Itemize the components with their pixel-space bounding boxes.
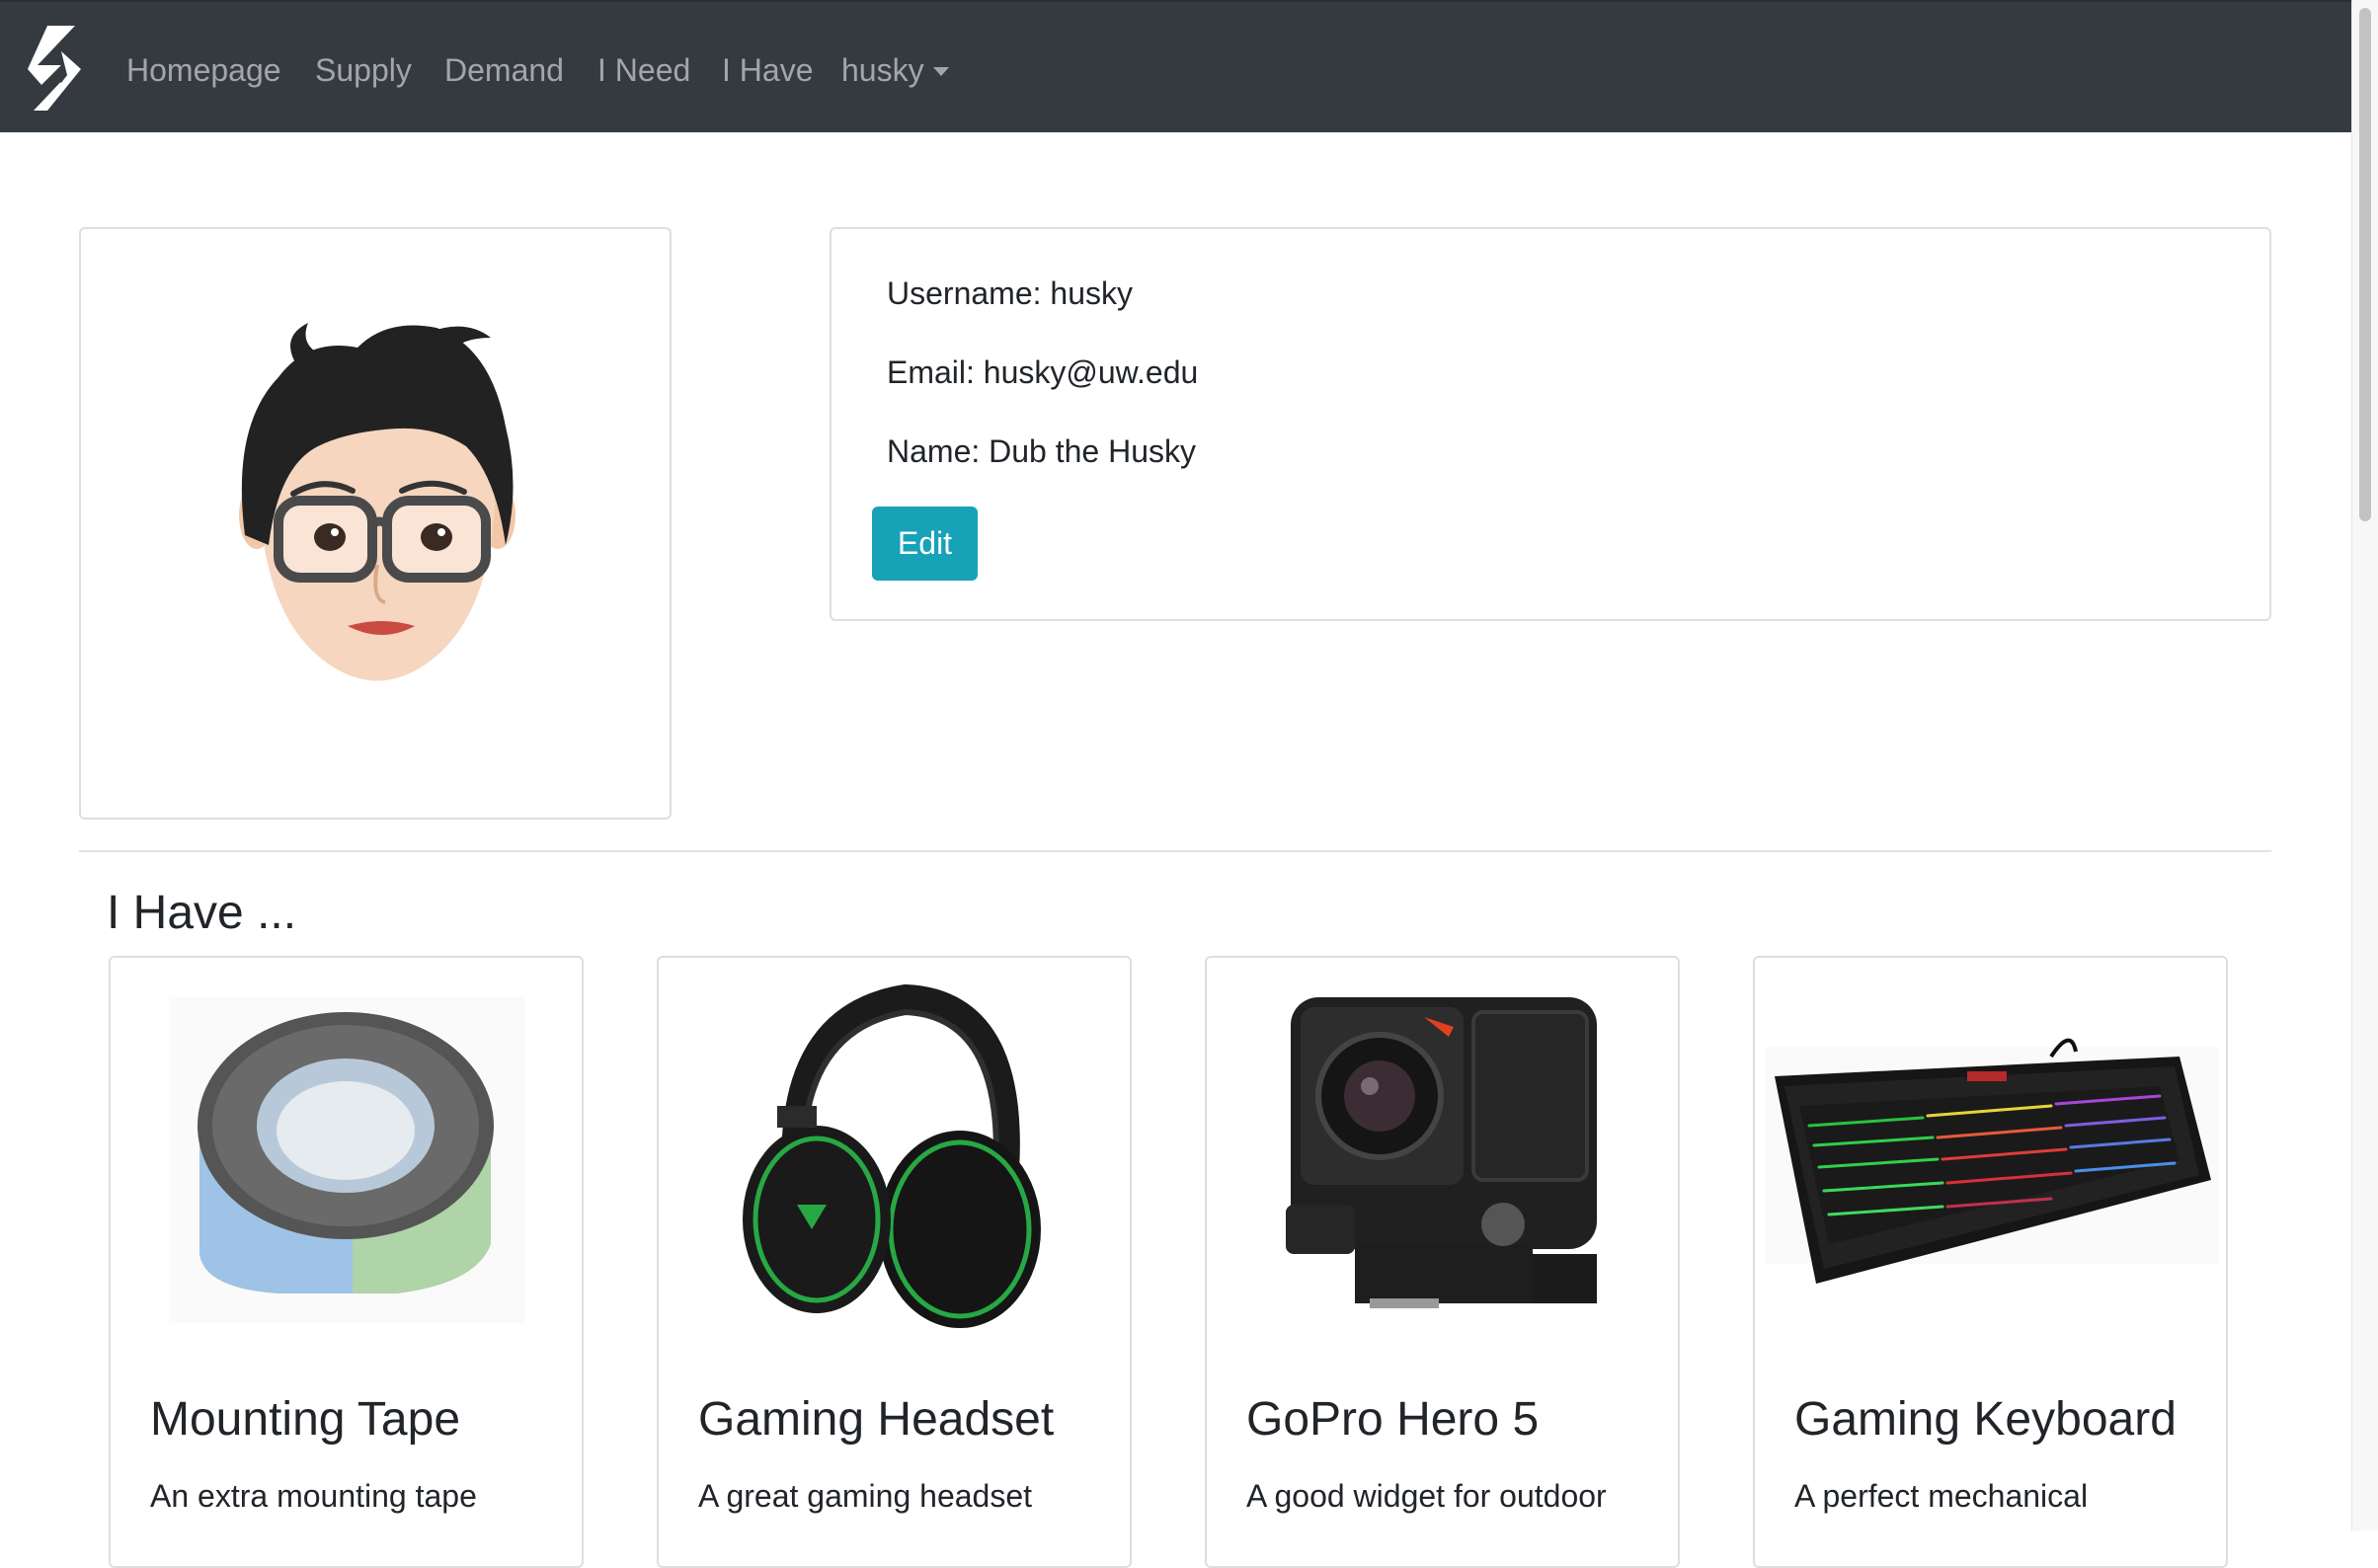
caret-down-icon: [932, 67, 949, 76]
item-title[interactable]: GoPro Hero 5: [1246, 1390, 1539, 1450]
nav-i-need[interactable]: I Need: [597, 45, 690, 95]
edit-button[interactable]: Edit: [872, 507, 978, 581]
item-card[interactable]: Gaming Keyboard A perfect mechanical: [1753, 956, 2228, 1568]
nav-demand[interactable]: Demand: [444, 45, 564, 95]
name-text: Name: Dub the Husky: [887, 433, 1197, 469]
item-description: A great gaming headset: [698, 1478, 1033, 1514]
action-camera-image: [1286, 997, 1597, 1308]
nav-i-have[interactable]: I Have: [722, 45, 813, 95]
item-card[interactable]: Mounting Tape An extra mounting tape: [109, 956, 584, 1568]
item-description: An extra mounting tape: [150, 1478, 477, 1514]
section-title: I Have ...: [107, 887, 297, 939]
item-title[interactable]: Mounting Tape: [150, 1390, 460, 1450]
s-logo-icon[interactable]: [26, 26, 83, 111]
item-description: A perfect mechanical: [1794, 1478, 2089, 1514]
memoji-avatar: [239, 323, 515, 681]
user-menu-dropdown[interactable]: husky: [841, 45, 949, 95]
section-divider: [79, 850, 2271, 852]
nav-homepage[interactable]: Homepage: [126, 45, 281, 95]
keyboard-image: [1765, 1038, 2219, 1284]
headset-image: [743, 983, 1041, 1328]
user-menu-label: husky: [841, 52, 924, 88]
item-title[interactable]: Gaming Headset: [698, 1390, 1054, 1450]
scrollbar-thumb[interactable]: [2359, 8, 2371, 521]
item-card[interactable]: GoPro Hero 5 A good widget for outdoor: [1205, 956, 1680, 1568]
scrollbar-track[interactable]: [2351, 0, 2378, 1530]
nav-supply[interactable]: Supply: [315, 45, 412, 95]
email-text: Email: husky@uw.edu: [887, 354, 1199, 390]
item-description: A good widget for outdoor: [1246, 1478, 1607, 1514]
username-text: Username: husky: [887, 275, 1133, 311]
item-title[interactable]: Gaming Keyboard: [1794, 1390, 2177, 1450]
avatar-card: [79, 227, 672, 820]
item-card[interactable]: Gaming Headset A great gaming headset: [657, 956, 1132, 1568]
tape-roll-image: [170, 997, 525, 1323]
top-navbar: Homepage Supply Demand I Need I Have hus…: [0, 0, 2351, 132]
profile-info-card: Username: husky Email: husky@uw.edu Name…: [830, 227, 2271, 621]
